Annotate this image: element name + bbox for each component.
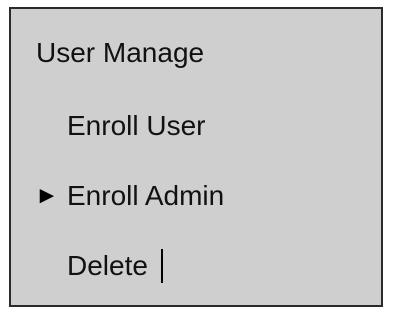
- menu-title: User Manage: [36, 37, 205, 68]
- menu-item-enroll-admin[interactable]: ► Enroll Admin: [35, 178, 224, 214]
- device-screen: User Manage Enroll User ► Enroll Admin D…: [9, 7, 383, 307]
- menu-item-label: Enroll Admin: [67, 180, 225, 211]
- menu-item-label: Enroll User: [67, 110, 206, 141]
- selection-pointer-icon: ►: [35, 182, 59, 209]
- menu-item-label: Delete: [67, 250, 148, 281]
- menu-item-enroll-user[interactable]: Enroll User: [35, 108, 205, 144]
- text-cursor: [161, 249, 163, 283]
- menu-item-delete[interactable]: Delete: [35, 248, 148, 284]
